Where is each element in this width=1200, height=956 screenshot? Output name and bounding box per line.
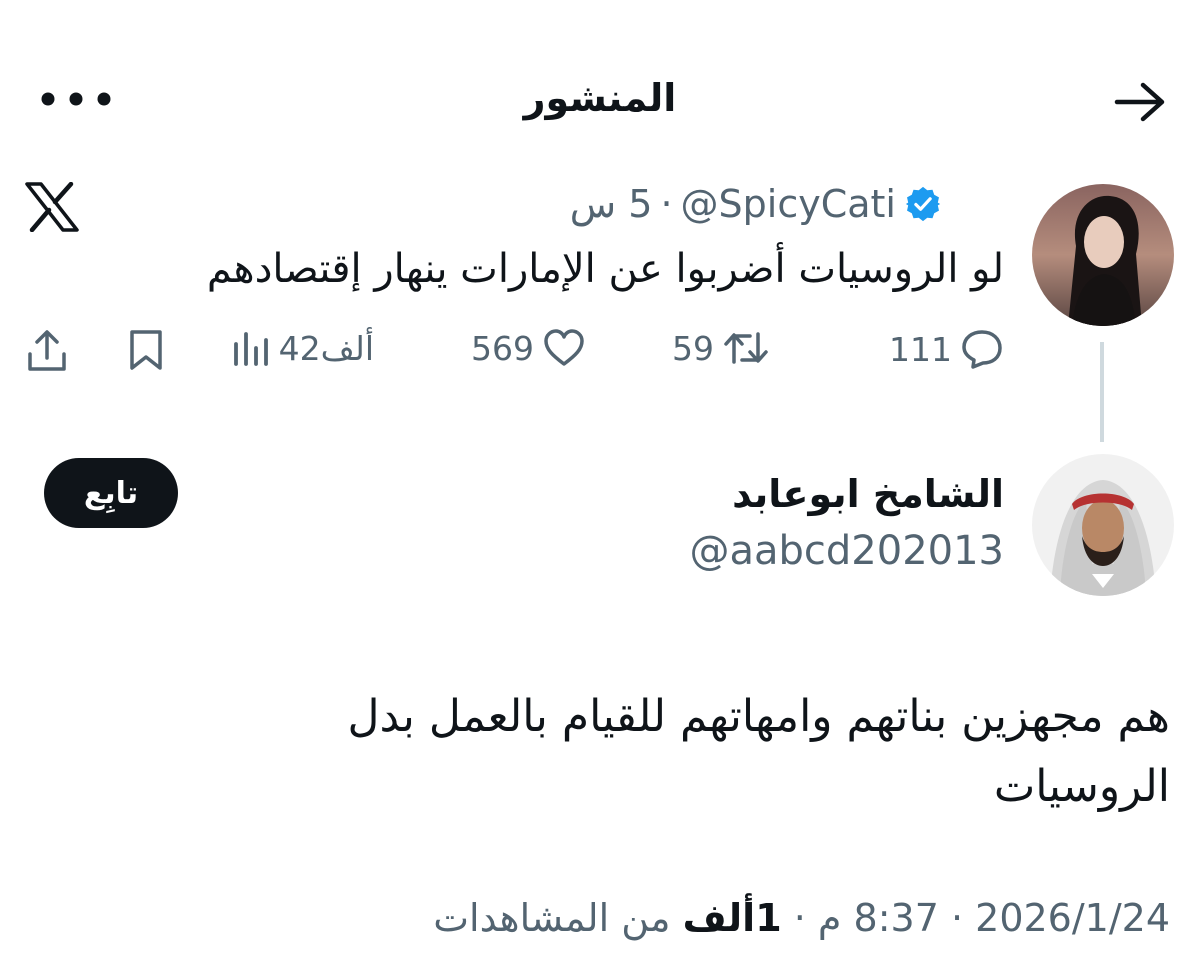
reply-count: 111 [889, 329, 952, 369]
more-options-button[interactable] [36, 74, 116, 124]
bookmark-button[interactable] [126, 328, 166, 372]
verified-badge-icon [905, 186, 941, 222]
views-button[interactable]: 42ألف [231, 328, 374, 368]
post-text: هم مجهزين بناتهم وامهاتهم للقيام بالعمل … [347, 691, 1170, 812]
quoted-post-meta: @SpicyCati · 5 س [570, 182, 942, 226]
quoted-author-avatar[interactable] [1032, 184, 1174, 326]
post-time: 5 س [569, 182, 653, 226]
views-total: 1ألف [682, 896, 782, 940]
like-button[interactable]: 569 [471, 328, 586, 368]
follow-button[interactable]: تابِع [44, 458, 178, 528]
bookmark-icon [130, 330, 162, 370]
meta-separator: · [660, 182, 673, 226]
more-horizontal-icon [41, 92, 111, 106]
thread-line [1100, 342, 1104, 442]
post-time-stamp: 8:37 م [817, 896, 939, 940]
views-label: من المشاهدات [433, 896, 671, 940]
heart-icon [544, 329, 584, 366]
author-name[interactable]: الشامخ ابوعابد [732, 472, 1004, 516]
page-title: المنشور [523, 76, 677, 120]
quoted-author-handle[interactable]: @SpicyCati [681, 182, 896, 226]
views-count: 42ألف [278, 328, 374, 368]
bar-chart-icon [233, 332, 268, 366]
share-icon [28, 330, 66, 371]
quoted-post-text: لو الروسيات أضربوا عن الإمارات ينهار إقت… [206, 246, 1004, 292]
arrow-right-icon [1114, 82, 1165, 122]
repost-button[interactable]: 59 [672, 328, 770, 368]
repost-icon [724, 332, 768, 364]
reply-icon [962, 330, 1002, 369]
reply-button[interactable]: 111 [889, 328, 1004, 370]
footer-separator: · [793, 896, 806, 940]
post-footer: 2026/1/24 · 8:37 م · 1ألف من المشاهدات [433, 896, 1170, 940]
footer-separator: · [950, 896, 964, 940]
back-button[interactable] [1110, 72, 1170, 132]
author-handle[interactable]: @aabcd202013 [690, 528, 1005, 574]
share-button[interactable] [24, 328, 70, 374]
post-date: 2026/1/24 [975, 896, 1170, 940]
repost-count: 59 [672, 328, 714, 368]
author-avatar[interactable] [1032, 454, 1174, 596]
x-logo-icon [24, 181, 80, 233]
like-count: 569 [471, 328, 534, 368]
